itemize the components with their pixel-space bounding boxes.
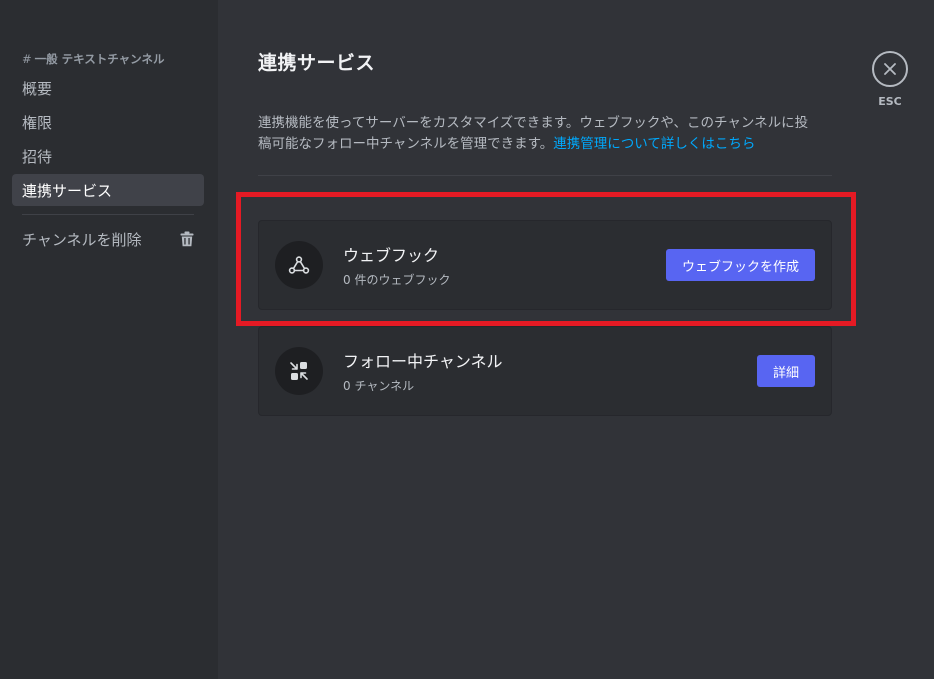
sidebar-item-label: 連携サービス (22, 181, 113, 200)
sidebar-header-label: 一般 テキストチャンネル (34, 52, 165, 66)
description-text-2: 稿可能なフォロー中チャンネルを管理できます。 (258, 136, 554, 152)
sidebar-item-invites[interactable]: 招待 (12, 140, 204, 172)
page-description: 連携機能を使ってサーバーをカスタマイズできます。ウェブフックや、このチャンネルに… (258, 113, 858, 155)
followed-channels-title: フォロー中チャンネル (343, 352, 503, 371)
settings-sidebar: # 一般 テキストチャンネル 概要 権限 招待 連携サービス チャンネルを削除 (0, 0, 218, 679)
webhook-title: ウェブフック (343, 246, 440, 265)
create-webhook-button[interactable]: ウェブフックを作成 (665, 249, 815, 281)
trash-icon (180, 231, 194, 247)
section-divider (258, 175, 832, 176)
webhook-card[interactable]: ウェブフック 0 件のウェブフック ウェブフックを作成 (258, 220, 832, 310)
followed-channels-icon (275, 347, 323, 395)
sidebar-item-permissions[interactable]: 権限 (12, 106, 204, 138)
delete-channel-label: チャンネルを削除 (22, 230, 142, 249)
sidebar-item-label: 概要 (22, 79, 53, 98)
page-title: 連携サービス (258, 52, 376, 74)
integrations-panel: 連携サービス 連携機能を使ってサーバーをカスタマイズできます。ウェブフックや、こ… (218, 0, 934, 679)
esc-label: ESC (878, 95, 902, 108)
close-control: ESC (872, 51, 908, 108)
close-icon (884, 63, 896, 75)
webhook-count: 0 件のウェブフック (343, 273, 451, 287)
webhook-icon (275, 241, 323, 289)
sidebar-header: # 一般 テキストチャンネル (12, 48, 204, 70)
channel-hash-icon: # (22, 52, 32, 66)
followed-channels-count: 0 チャンネル (343, 379, 415, 393)
settings-window: # 一般 テキストチャンネル 概要 権限 招待 連携サービス チャンネルを削除 (0, 0, 934, 679)
description-text-1: 連携機能を使ってサーバーをカスタマイズできます。ウェブフックや、このチャンネルに… (258, 115, 809, 131)
details-button[interactable]: 詳細 (756, 355, 815, 387)
close-button[interactable] (872, 51, 908, 87)
webhook-text: ウェブフック 0 件のウェブフック (343, 242, 666, 288)
sidebar-item-integrations[interactable]: 連携サービス (12, 174, 204, 206)
learn-more-link[interactable]: 連携管理について詳しくはこちら (553, 136, 755, 152)
sidebar-item-label: 権限 (22, 113, 53, 132)
delete-channel-button[interactable]: チャンネルを削除 (12, 223, 204, 255)
sidebar-item-overview[interactable]: 概要 (12, 72, 204, 104)
followed-channels-card[interactable]: フォロー中チャンネル 0 チャンネル 詳細 (258, 326, 832, 416)
sidebar-item-label: 招待 (22, 147, 53, 166)
sidebar-divider (22, 214, 194, 215)
followed-channels-text: フォロー中チャンネル 0 チャンネル (343, 348, 757, 394)
